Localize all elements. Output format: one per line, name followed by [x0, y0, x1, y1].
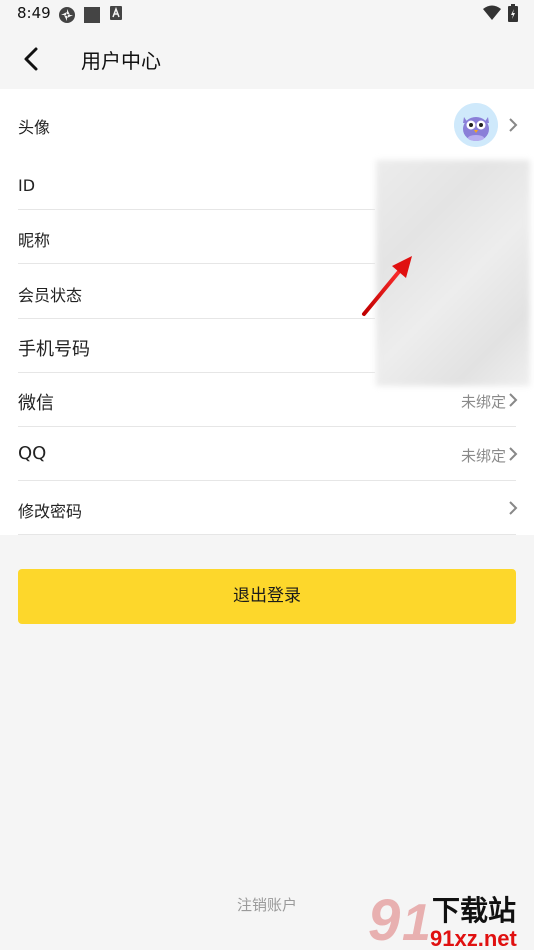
logout-button[interactable]: 退出登录	[18, 569, 516, 624]
page-title: 用户中心	[81, 49, 161, 73]
svg-text:91xz.net: 91xz.net	[430, 926, 517, 950]
avatar	[454, 103, 498, 147]
change-password-row[interactable]: 修改密码	[0, 481, 534, 535]
watermark-logo: 9 1 下载站 91xz.net	[368, 888, 534, 950]
status-time: 8:49	[17, 4, 51, 22]
chevron-right-icon	[509, 447, 518, 461]
qq-label: QQ	[18, 443, 47, 464]
back-arrow-icon	[24, 47, 38, 71]
membership-label: 会员状态	[18, 286, 83, 305]
row-divider	[18, 534, 516, 535]
svg-text:9: 9	[368, 888, 400, 950]
svg-text:1: 1	[402, 894, 431, 950]
qq-bind-status: 未绑定	[460, 447, 506, 465]
chevron-right-icon	[509, 393, 518, 407]
wechat-label: 微信	[18, 393, 54, 414]
annotation-arrow-icon	[362, 256, 412, 316]
avatar-row[interactable]: 头像	[0, 89, 534, 160]
a-badge-icon	[110, 6, 122, 20]
status-bar: 8:49	[0, 0, 534, 28]
battery-icon	[508, 4, 518, 22]
phone-label: 手机号码	[18, 339, 90, 360]
back-button[interactable]	[14, 42, 50, 76]
change-password-label: 修改密码	[18, 502, 83, 521]
svg-text:下载站: 下载站	[432, 894, 516, 927]
wechat-bind-status: 未绑定	[460, 393, 506, 411]
id-label: ID	[18, 176, 36, 195]
chevron-right-icon	[509, 501, 518, 515]
square-app-icon	[84, 7, 100, 23]
nickname-label: 昵称	[18, 231, 51, 250]
chevron-right-icon	[509, 118, 518, 132]
sync-icon	[59, 7, 75, 23]
qq-row[interactable]: QQ 未绑定	[0, 427, 534, 481]
app-header: 用户中心	[0, 28, 534, 89]
site-logo-icon: 9 1 下载站 91xz.net	[368, 888, 517, 950]
wifi-icon	[483, 5, 501, 20]
avatar-label: 头像	[18, 118, 51, 137]
owl-avatar-icon	[454, 103, 498, 147]
